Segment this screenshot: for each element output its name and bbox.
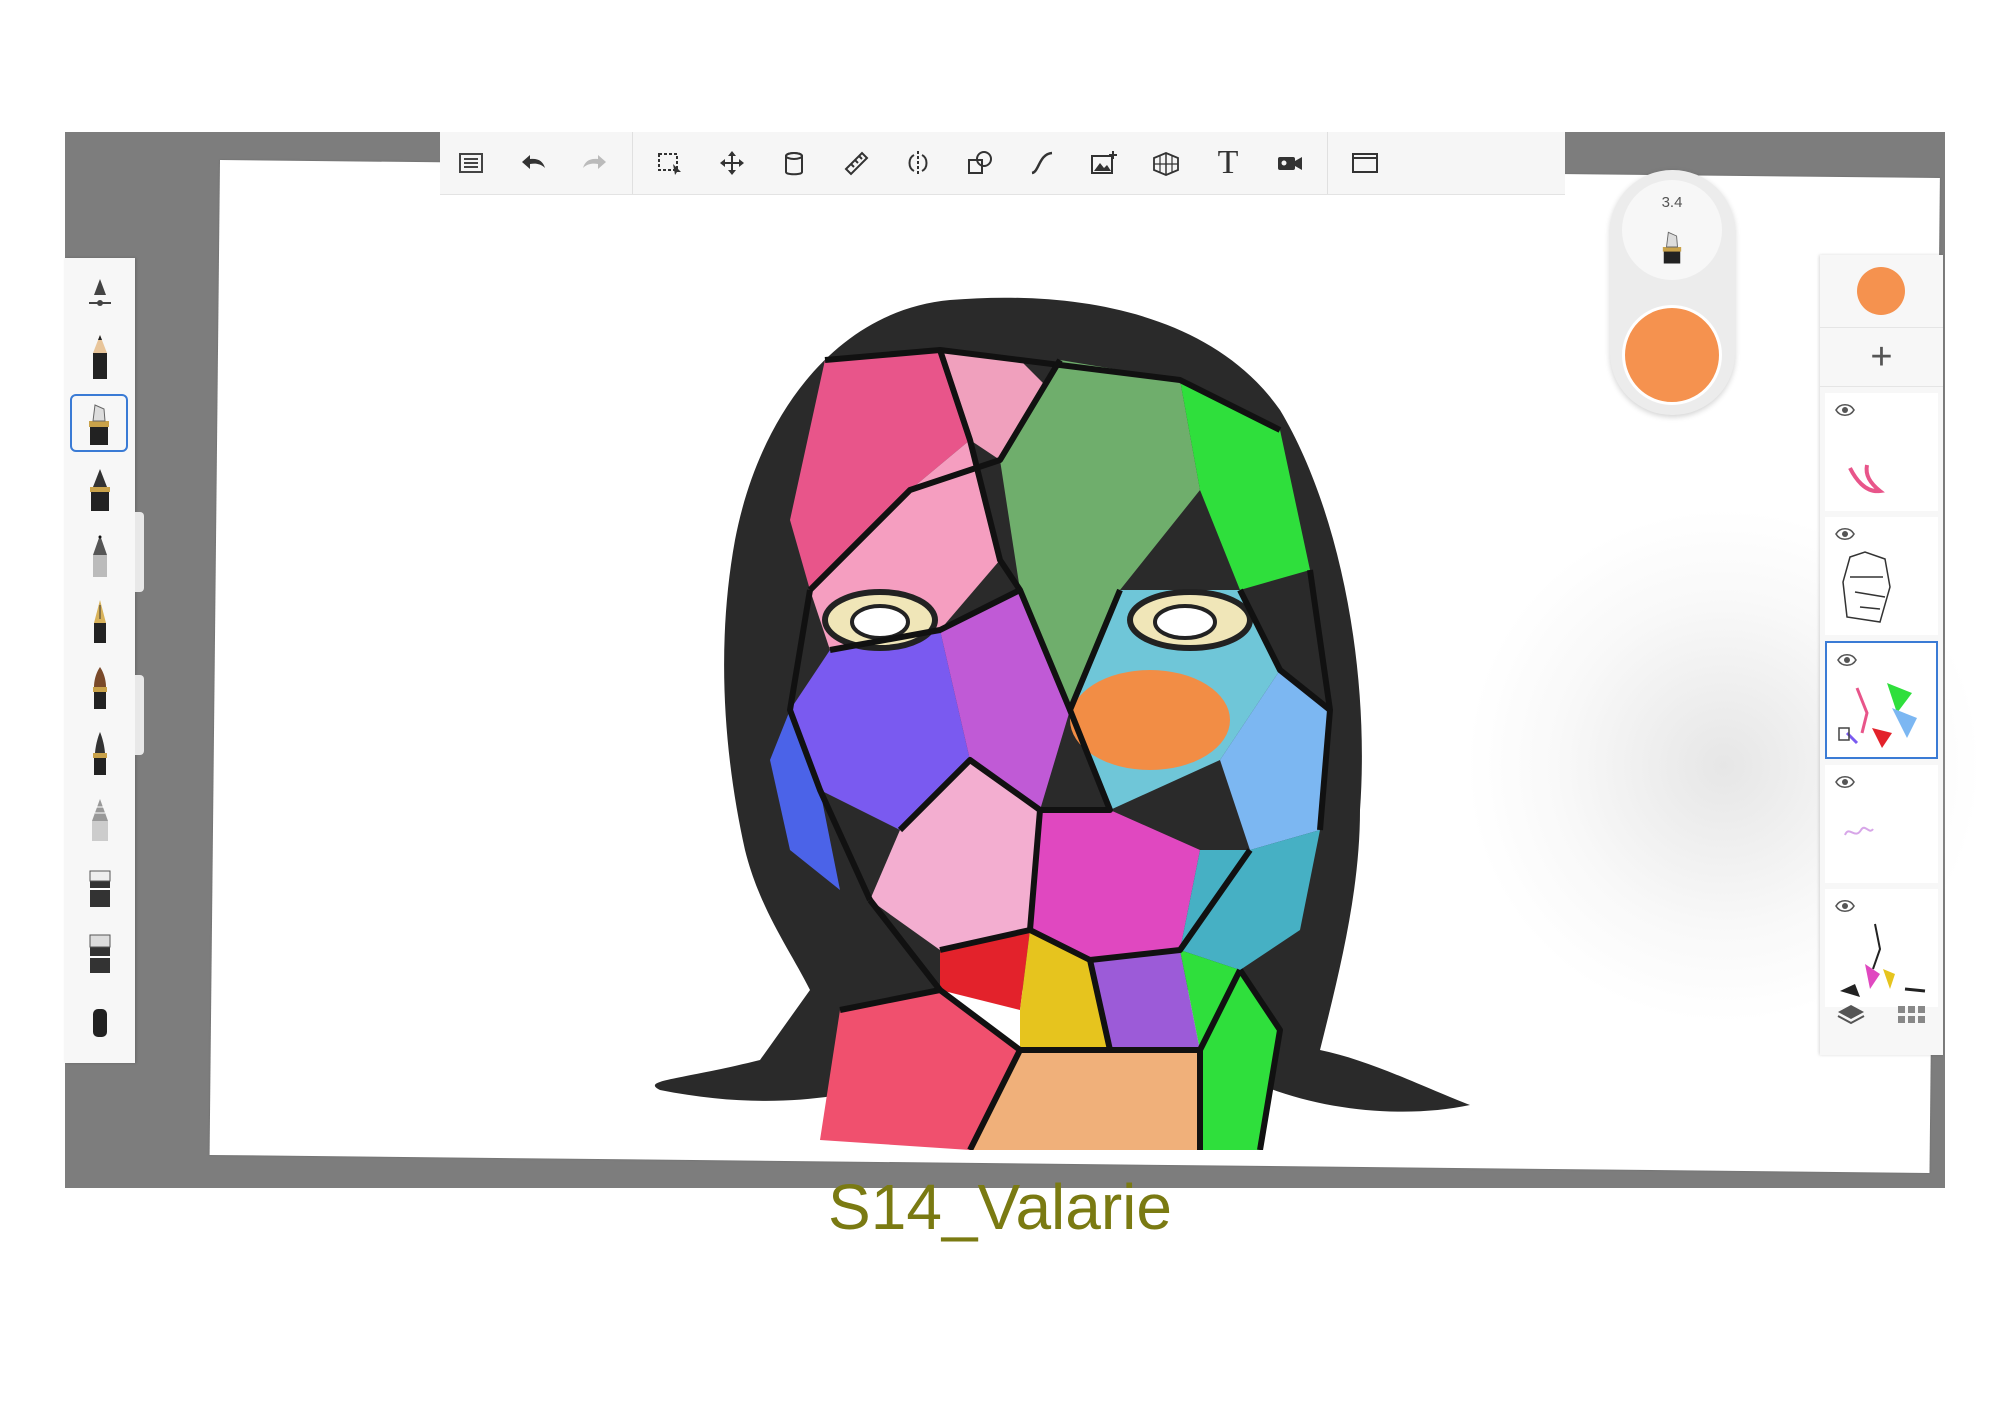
- ink-pen-icon[interactable]: [71, 460, 129, 518]
- layer-thumbnail[interactable]: [1825, 765, 1938, 883]
- layers-stack-icon[interactable]: [1836, 1002, 1866, 1028]
- eye-icon[interactable]: [1837, 653, 1857, 667]
- layers-list-icon[interactable]: [440, 132, 502, 194]
- eye-icon[interactable]: [1835, 403, 1855, 417]
- brush-palette: [65, 258, 135, 1063]
- portrait-artwork: [654, 297, 1470, 1150]
- fine-brush-icon[interactable]: [71, 724, 129, 782]
- brush-puck[interactable]: 3.4: [1610, 170, 1735, 415]
- toolbar-separator: [1327, 132, 1328, 194]
- airbrush-icon[interactable]: [71, 790, 129, 848]
- grid-view-icon[interactable]: [1897, 1004, 1927, 1026]
- brush-settings-icon[interactable]: [71, 264, 129, 322]
- ruler-icon[interactable]: [825, 132, 887, 194]
- caption-label: S14_Valarie: [828, 1171, 1172, 1243]
- selection-icon[interactable]: [639, 132, 701, 194]
- marker-icon[interactable]: [70, 394, 128, 452]
- layer-thumbnail-selected[interactable]: [1825, 641, 1938, 759]
- eye-icon[interactable]: [1835, 775, 1855, 789]
- eraser-icon[interactable]: [71, 922, 129, 980]
- recording-icon[interactable]: [1259, 132, 1321, 194]
- pencil-icon[interactable]: [71, 328, 129, 386]
- add-layer-button[interactable]: +: [1820, 327, 1943, 387]
- layer-thumbnail[interactable]: [1825, 517, 1938, 635]
- undo-icon[interactable]: [502, 132, 564, 194]
- import-image-icon[interactable]: [1073, 132, 1135, 194]
- brush-size-value: 3.4: [1661, 194, 1683, 211]
- fill-icon[interactable]: [763, 132, 825, 194]
- brush-color-swatch[interactable]: [1622, 305, 1722, 405]
- toolbar-separator: [632, 132, 633, 194]
- transform-icon[interactable]: [701, 132, 763, 194]
- palette-handle[interactable]: [135, 675, 144, 755]
- palette-handle[interactable]: [135, 512, 144, 592]
- layer-panel-footer: [1820, 985, 1943, 1045]
- paintbrush-icon[interactable]: [71, 658, 129, 716]
- eye-icon[interactable]: [1835, 527, 1855, 541]
- ballpoint-icon[interactable]: [71, 526, 129, 584]
- layer-panel: +: [1820, 255, 1943, 1055]
- redo-icon[interactable]: [564, 132, 626, 194]
- more-brushes-icon[interactable]: [71, 993, 129, 1037]
- layer-thumbnail[interactable]: [1825, 393, 1938, 511]
- eye-icon[interactable]: [1835, 899, 1855, 913]
- symmetry-icon[interactable]: [887, 132, 949, 194]
- marker-icon: [1662, 231, 1682, 264]
- top-toolbar: T: [440, 132, 1565, 195]
- curve-icon[interactable]: [1011, 132, 1073, 194]
- color-picker-button[interactable]: [1857, 267, 1905, 315]
- brush-size-control[interactable]: 3.4: [1622, 180, 1722, 280]
- perspective-grid-icon[interactable]: [1135, 132, 1197, 194]
- shapes-icon[interactable]: [949, 132, 1011, 194]
- text-tool-icon[interactable]: T: [1197, 132, 1259, 194]
- smudge-icon[interactable]: [71, 856, 129, 914]
- fullscreen-icon[interactable]: [1334, 132, 1396, 194]
- fountain-pen-icon[interactable]: [71, 592, 129, 650]
